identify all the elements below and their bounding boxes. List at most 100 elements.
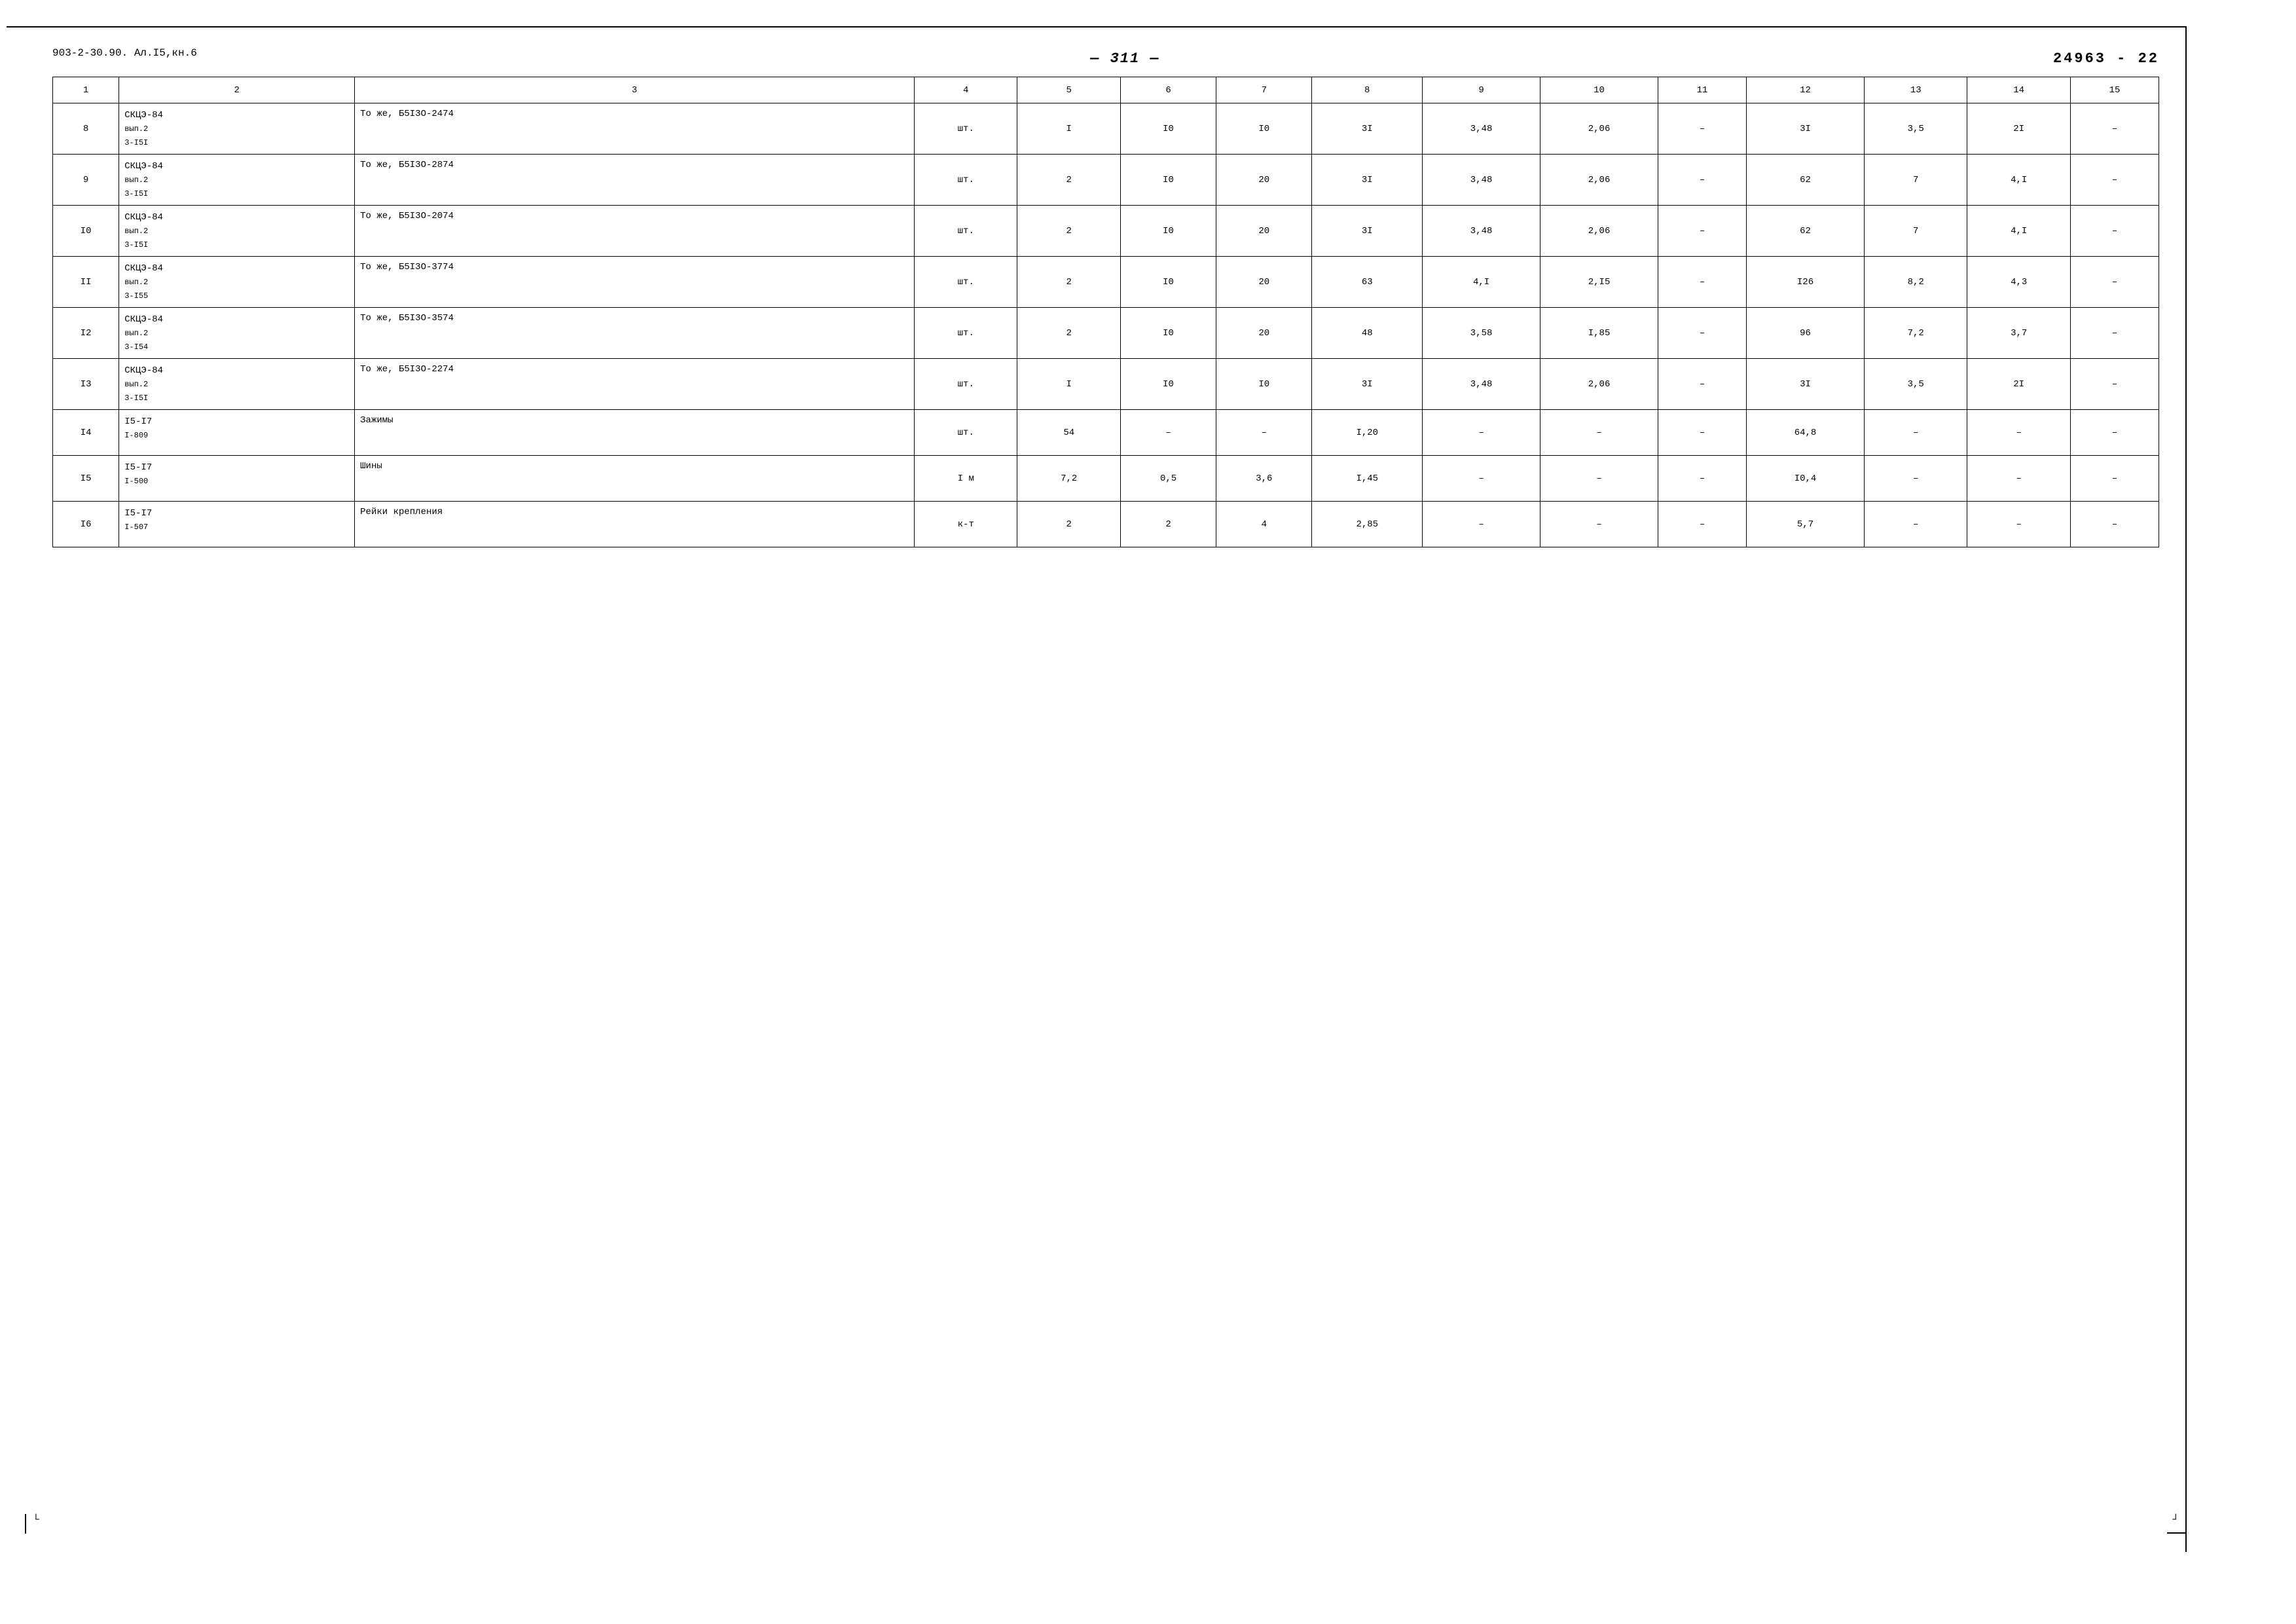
cell-col10: 2,06 xyxy=(1540,206,1658,257)
table-row: IIСКЦЭ-84вып.23-I55То же, Б5I3О-3774шт.2… xyxy=(53,257,2159,308)
cell-col14: 2I xyxy=(1967,359,2070,410)
cell-row-num: 9 xyxy=(53,155,119,206)
cell-description: То же, Б5I3О-2474 xyxy=(355,103,915,155)
cell-code: I5-I7I-507 xyxy=(119,502,355,547)
cell-col14: – xyxy=(1967,410,2070,456)
col-header-4: 4 xyxy=(915,77,1017,103)
cell-col12: 62 xyxy=(1747,155,1865,206)
cell-row-num: 8 xyxy=(53,103,119,155)
cell-qty: 7,2 xyxy=(1017,456,1120,502)
cell-code: I5-I7I-809 xyxy=(119,410,355,456)
col-header-11: 11 xyxy=(1658,77,1747,103)
cell-col14: 2I xyxy=(1967,103,2070,155)
cell-col11: – xyxy=(1658,257,1747,308)
col-header-1: 1 xyxy=(53,77,119,103)
cell-col11: – xyxy=(1658,308,1747,359)
cell-col15: – xyxy=(2070,103,2159,155)
cell-qty: I xyxy=(1017,103,1120,155)
cell-col6: I0 xyxy=(1120,257,1216,308)
col-header-3: 3 xyxy=(355,77,915,103)
cell-col15: – xyxy=(2070,257,2159,308)
cell-code: СКЦЭ-84вып.23-I5I xyxy=(119,359,355,410)
cell-col10: – xyxy=(1540,410,1658,456)
cell-col10: I,85 xyxy=(1540,308,1658,359)
corner-bl xyxy=(25,1514,26,1534)
col-header-13: 13 xyxy=(1864,77,1967,103)
cell-col12: 64,8 xyxy=(1747,410,1865,456)
cell-col6: I0 xyxy=(1120,359,1216,410)
cell-col6: I0 xyxy=(1120,103,1216,155)
cell-col9: 3,48 xyxy=(1423,103,1540,155)
cell-col9: 3,48 xyxy=(1423,206,1540,257)
cell-col8: 2,85 xyxy=(1312,502,1423,547)
cell-col8: 63 xyxy=(1312,257,1423,308)
col-header-6: 6 xyxy=(1120,77,1216,103)
cell-description: Зажимы xyxy=(355,410,915,456)
cell-col11: – xyxy=(1658,206,1747,257)
cell-col15: – xyxy=(2070,308,2159,359)
cell-row-num: I2 xyxy=(53,308,119,359)
cell-col10: – xyxy=(1540,502,1658,547)
table-row: I3СКЦЭ-84вып.23-I5IТо же, Б5I3О-2274шт.I… xyxy=(53,359,2159,410)
cell-col8: 48 xyxy=(1312,308,1423,359)
table-row: I0СКЦЭ-84вып.23-I5IТо же, Б5I3О-2074шт.2… xyxy=(53,206,2159,257)
cell-col10: 2,I5 xyxy=(1540,257,1658,308)
cell-description: То же, Б5I3О-2874 xyxy=(355,155,915,206)
cell-col15: – xyxy=(2070,206,2159,257)
header-center: — 311 — xyxy=(197,50,2053,67)
cell-row-num: I3 xyxy=(53,359,119,410)
cell-description: Рейки крепления xyxy=(355,502,915,547)
cell-col13: 7 xyxy=(1864,206,1967,257)
table-row: I2СКЦЭ-84вып.23-I54То же, Б5I3О-3574шт.2… xyxy=(53,308,2159,359)
cell-col8: 3I xyxy=(1312,206,1423,257)
cell-description: То же, Б5I3О-3574 xyxy=(355,308,915,359)
header-row-table: 1 2 3 4 5 6 7 8 9 10 11 12 13 14 15 xyxy=(53,77,2159,103)
col-header-5: 5 xyxy=(1017,77,1120,103)
cell-code: СКЦЭ-84вып.23-I5I xyxy=(119,206,355,257)
col-header-10: 10 xyxy=(1540,77,1658,103)
cell-col12: 3I xyxy=(1747,103,1865,155)
cell-col11: – xyxy=(1658,359,1747,410)
cell-col8: I,20 xyxy=(1312,410,1423,456)
cell-qty: 2 xyxy=(1017,155,1120,206)
cell-col14: – xyxy=(1967,502,2070,547)
cell-unit: шт. xyxy=(915,155,1017,206)
cell-col13: 7,2 xyxy=(1864,308,1967,359)
cell-col9: 3,48 xyxy=(1423,155,1540,206)
col-header-9: 9 xyxy=(1423,77,1540,103)
cell-col15: – xyxy=(2070,456,2159,502)
cell-col10: 2,06 xyxy=(1540,103,1658,155)
cell-unit: шт. xyxy=(915,206,1017,257)
cell-col13: 3,5 xyxy=(1864,359,1967,410)
table-row: I6I5-I7I-507Рейки крепленияк-т2242,85–––… xyxy=(53,502,2159,547)
table-row: 8СКЦЭ-84вып.23-I5IТо же, Б5I3О-2474шт.II… xyxy=(53,103,2159,155)
cell-row-num: II xyxy=(53,257,119,308)
cell-col8: 3I xyxy=(1312,359,1423,410)
cell-col7: 20 xyxy=(1216,155,1312,206)
cell-col15: – xyxy=(2070,359,2159,410)
cell-unit: шт. xyxy=(915,257,1017,308)
cell-col6: – xyxy=(1120,410,1216,456)
cell-col7: 20 xyxy=(1216,257,1312,308)
col-header-12: 12 xyxy=(1747,77,1865,103)
cell-col7: 4 xyxy=(1216,502,1312,547)
cell-row-num: I5 xyxy=(53,456,119,502)
main-table: 1 2 3 4 5 6 7 8 9 10 11 12 13 14 15 8СКЦ… xyxy=(52,77,2159,547)
cell-col10: – xyxy=(1540,456,1658,502)
cell-col12: 5,7 xyxy=(1747,502,1865,547)
bottom-left-corner: └ xyxy=(33,1514,39,1526)
cell-col10: 2,06 xyxy=(1540,359,1658,410)
cell-col11: – xyxy=(1658,456,1747,502)
cell-col14: 4,I xyxy=(1967,206,2070,257)
cell-col14: 4,3 xyxy=(1967,257,2070,308)
cell-col14: 3,7 xyxy=(1967,308,2070,359)
cell-col7: 3,6 xyxy=(1216,456,1312,502)
page-container: 903-2-30.90. Ал.I5,кн.6 — 311 — 24963 - … xyxy=(26,26,2187,1532)
cell-col7: 20 xyxy=(1216,308,1312,359)
cell-qty: 54 xyxy=(1017,410,1120,456)
cell-code: СКЦЭ-84вып.23-I5I xyxy=(119,155,355,206)
cell-qty: 2 xyxy=(1017,257,1120,308)
col-header-14: 14 xyxy=(1967,77,2070,103)
cell-col15: – xyxy=(2070,410,2159,456)
cell-col9: – xyxy=(1423,456,1540,502)
